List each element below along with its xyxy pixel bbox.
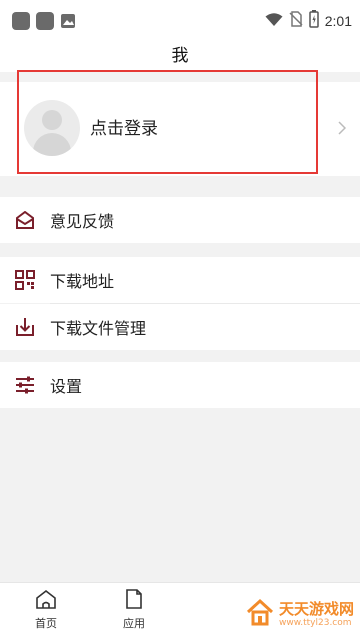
menu-item-label: 下载地址: [50, 272, 115, 291]
download-icon: [14, 316, 36, 338]
menu-item-label: 意见反馈: [50, 212, 115, 231]
document-icon: [125, 589, 143, 613]
page-title: 我: [0, 42, 360, 72]
login-card[interactable]: 点击登录: [0, 70, 360, 176]
clock: 2:01: [324, 13, 352, 29]
menu-item-label: 下载文件管理: [50, 319, 147, 338]
menu-item-settings[interactable]: 设置: [0, 362, 360, 408]
no-sim-icon: [289, 11, 303, 31]
wifi-icon: [265, 12, 283, 31]
watermark-house-icon: [246, 598, 273, 626]
qr-code-icon: [14, 269, 36, 291]
mail-icon: [14, 209, 36, 231]
notification-icon: [12, 12, 30, 30]
menu-item-download-address[interactable]: 下载地址: [0, 257, 360, 303]
tab-apps[interactable]: 应用: [104, 589, 164, 631]
notification-icon: [36, 12, 54, 30]
bottom-tab-bar: 首页 应用 天天游戏网 www.ttyl23.com: [0, 582, 360, 638]
menu-item-label: 设置: [50, 377, 83, 396]
status-bar: 2:01: [0, 0, 360, 42]
login-label[interactable]: 点击登录: [90, 114, 158, 139]
watermark-logo: 天天游戏网 www.ttyl23.com: [245, 598, 354, 628]
menu-item-feedback[interactable]: 意见反馈: [0, 197, 360, 243]
watermark-title: 天天游戏网: [278, 599, 354, 618]
tab-label: 应用: [123, 617, 145, 630]
avatar[interactable]: [24, 100, 80, 156]
tab-label: 首页: [35, 617, 57, 630]
tab-home[interactable]: 首页: [16, 589, 76, 631]
menu-item-download-manager[interactable]: 下载文件管理: [0, 304, 360, 350]
chevron-right-icon: [338, 120, 347, 139]
watermark-url: www.ttyl23.com: [278, 617, 352, 628]
home-icon: [35, 589, 57, 613]
settings-sliders-icon: [14, 374, 36, 396]
image-icon: [60, 12, 76, 34]
battery-icon: [309, 10, 319, 32]
